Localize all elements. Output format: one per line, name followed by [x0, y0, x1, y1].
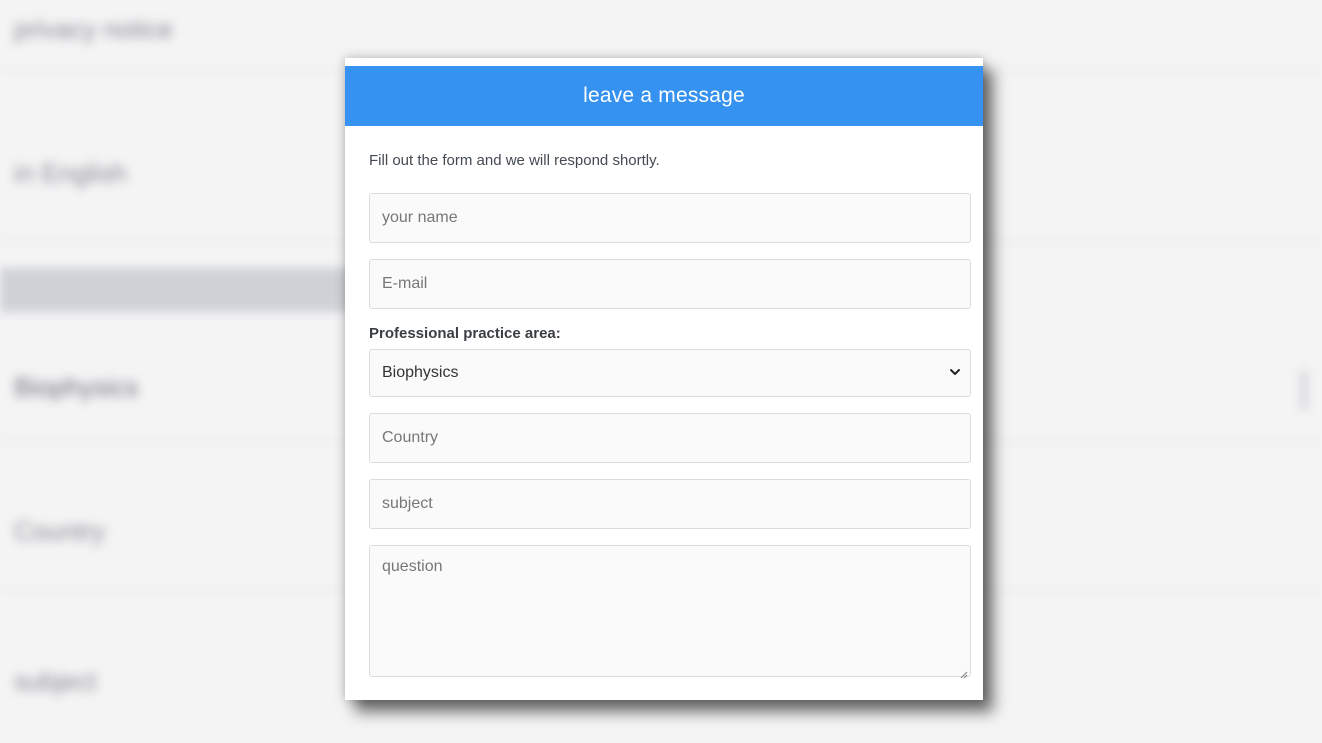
question-textarea[interactable] [369, 545, 971, 677]
country-input[interactable] [369, 413, 971, 463]
practice-area-select[interactable]: Biophysics [369, 349, 971, 397]
background-text: in English [14, 158, 127, 188]
modal-body: Fill out the form and we will respond sh… [345, 152, 983, 682]
resize-grip-icon[interactable] [958, 669, 968, 679]
form-intro: Fill out the form and we will respond sh… [369, 152, 660, 169]
background-text: subject [14, 666, 97, 696]
background-scroll [1300, 370, 1308, 410]
background-text: Country [14, 516, 106, 546]
practice-area-value: Biophysics [369, 349, 971, 397]
name-input[interactable] [369, 193, 971, 243]
subject-input[interactable] [369, 479, 971, 529]
background-text: Biophysics [14, 372, 139, 402]
background-text: privacy notice [14, 14, 173, 44]
message-modal: leave a message Fill out the form and we… [345, 58, 983, 700]
question-wrapper [369, 529, 971, 682]
chevron-down-icon [950, 369, 960, 375]
background-bar [0, 268, 360, 312]
practice-area-label: Professional practice area: [369, 325, 561, 342]
modal-header: leave a message [345, 66, 983, 126]
modal-title: leave a message [583, 84, 745, 107]
email-input[interactable] [369, 259, 971, 309]
